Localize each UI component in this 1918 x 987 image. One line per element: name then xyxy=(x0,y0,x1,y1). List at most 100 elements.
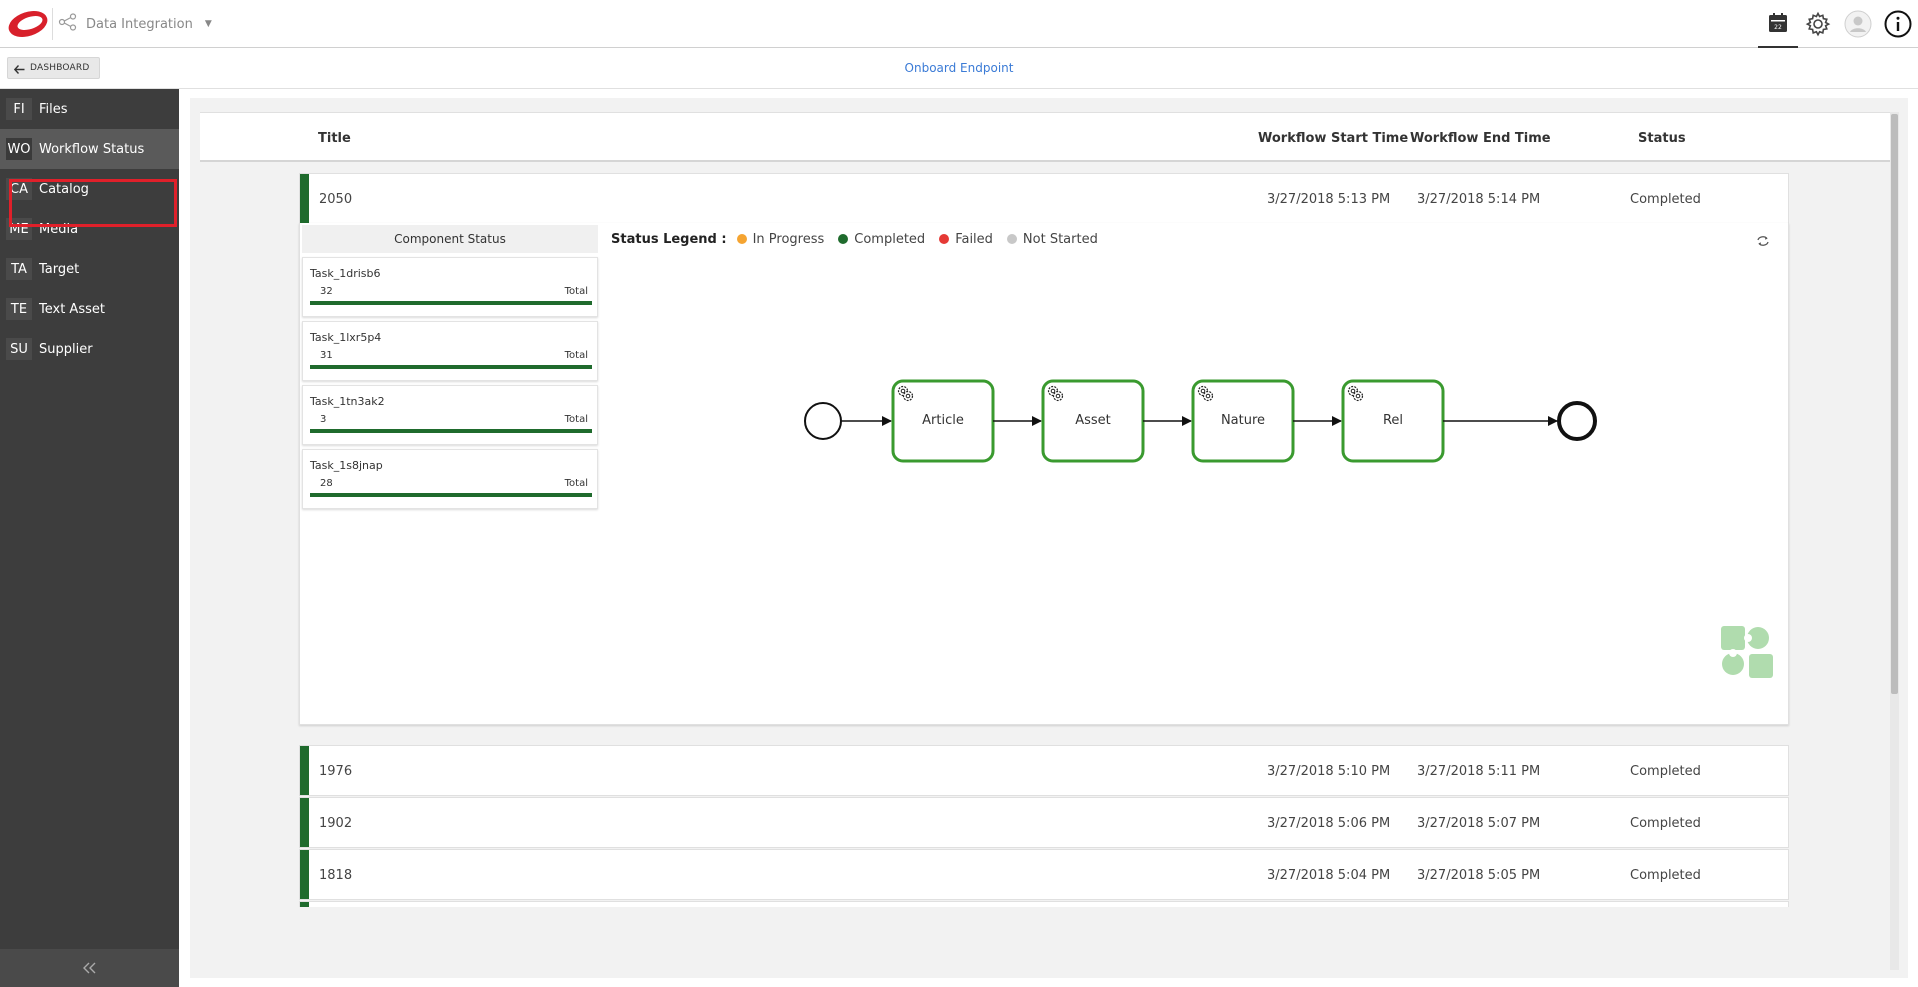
task-progress-bar xyxy=(310,365,592,369)
service-task-gear-icon xyxy=(1347,385,1364,402)
task-node-label: Nature xyxy=(1220,413,1266,428)
app-switcher[interactable]: Data Integration ▼ xyxy=(58,12,212,36)
task-card[interactable]: Task_1drisb6 32 Total xyxy=(302,257,598,317)
sidebar-item-target[interactable]: TA Target xyxy=(0,249,179,289)
row-start-time: 3/27/2018 5:04 PM xyxy=(1267,868,1391,883)
sidebar-item-abbr: SU xyxy=(6,338,32,360)
sidebar-item-label: Supplier xyxy=(39,341,93,357)
row-status: Completed xyxy=(1630,764,1701,779)
task-card[interactable]: Task_1lxr5p4 31 Total xyxy=(302,321,598,381)
legend-item-in-progress: In Progress xyxy=(736,231,825,247)
status-color-bar xyxy=(300,798,309,847)
task-name: Task_1s8jnap xyxy=(310,459,383,472)
table-row[interactable]: 1976 3/27/2018 5:10 PM 3/27/2018 5:11 PM… xyxy=(299,745,1789,796)
sidebar-item-abbr: ME xyxy=(6,218,32,240)
task-total-label: Total xyxy=(564,478,588,489)
task-count: 31 xyxy=(320,350,333,361)
refresh-icon[interactable] xyxy=(1756,232,1770,251)
table-row-expanded[interactable]: 2050 3/27/2018 5:13 PM 3/27/2018 5:14 PM… xyxy=(299,173,1789,224)
topbar-separator xyxy=(52,8,53,40)
legend-dot xyxy=(1006,234,1017,244)
legend-label: Not Started xyxy=(1022,231,1098,247)
task-count: 32 xyxy=(320,286,333,297)
task-total-label: Total xyxy=(564,414,588,425)
vertical-scrollbar[interactable] xyxy=(1890,112,1899,970)
row-end-time: 3/27/2018 5:11 PM xyxy=(1417,764,1541,779)
sidebar-item-abbr: CA xyxy=(6,178,32,200)
row-end-time: 3/27/2018 5:07 PM xyxy=(1417,816,1541,831)
end-event[interactable] xyxy=(1557,401,1597,441)
row-start-time: 3/27/2018 5:13 PM xyxy=(1267,192,1391,207)
service-task-gear-icon xyxy=(1197,385,1214,402)
gear-icon[interactable] xyxy=(1798,0,1838,48)
legend-dot xyxy=(939,234,950,244)
sidebar-item-supplier[interactable]: SU Supplier xyxy=(0,329,179,369)
calendar-icon[interactable]: 22 xyxy=(1758,0,1798,48)
sidebar-item-abbr: TA xyxy=(6,258,32,280)
table-row[interactable]: 1902 3/27/2018 5:06 PM 3/27/2018 5:07 PM… xyxy=(299,797,1789,848)
row-title: 1976 xyxy=(319,764,353,779)
legend-title: Status Legend : xyxy=(611,231,727,247)
row-start-time: 3/27/2018 5:10 PM xyxy=(1267,764,1391,779)
svg-text:22: 22 xyxy=(1774,24,1782,31)
legend-label: In Progress xyxy=(752,231,825,247)
legend-dot xyxy=(838,234,849,244)
legend-dot xyxy=(736,234,747,244)
double-chevron-left-icon xyxy=(82,959,97,978)
sidebar-item-label: Catalog xyxy=(39,181,89,197)
row-end-time: 3/27/2018 5:05 PM xyxy=(1417,868,1541,883)
task-name: Task_1tn3ak2 xyxy=(310,395,385,408)
status-color-bar xyxy=(300,850,309,899)
sidebar-item-files[interactable]: FI Files xyxy=(0,89,179,129)
task-count: 3 xyxy=(320,414,327,425)
user-avatar-icon[interactable] xyxy=(1838,0,1878,48)
sidebar-item-abbr: TE xyxy=(6,298,32,320)
column-header-start-time[interactable]: Workflow Start Time xyxy=(1258,131,1408,146)
component-status-column: Component Status Task_1drisb6 32 Total T… xyxy=(302,225,598,509)
component-status-title: Component Status xyxy=(302,225,598,253)
sidebar: FI Files WO Workflow Status CA Catalog M… xyxy=(0,89,179,987)
sidebar-item-label: Text Asset xyxy=(39,301,105,317)
status-color-bar xyxy=(300,902,309,907)
task-card[interactable]: Task_1tn3ak2 3 Total xyxy=(302,385,598,445)
task-node-label: Rel xyxy=(1382,413,1404,428)
start-event[interactable] xyxy=(804,402,842,440)
task-progress-bar xyxy=(310,429,592,433)
task-count: 28 xyxy=(320,478,333,489)
sidebar-item-label: Target xyxy=(39,261,80,277)
legend-item-failed: Failed xyxy=(939,232,993,247)
row-title: 1902 xyxy=(319,816,353,831)
sidebar-collapse-button[interactable] xyxy=(0,949,179,987)
sidebar-item-media[interactable]: ME Media xyxy=(0,209,179,249)
workflow-status-panel: Title Workflow Start Time Workflow End T… xyxy=(190,98,1908,978)
info-icon[interactable] xyxy=(1878,0,1918,48)
task-name: Task_1lxr5p4 xyxy=(310,331,382,344)
app-name: Data Integration xyxy=(86,16,193,32)
puzzle-logo-icon xyxy=(1721,626,1775,684)
column-header-end-time[interactable]: Workflow End Time xyxy=(1410,131,1551,146)
row-status: Completed xyxy=(1630,192,1701,207)
app-logo[interactable] xyxy=(6,8,50,40)
table-row-partial xyxy=(299,901,1789,907)
sidebar-item-catalog[interactable]: CA Catalog xyxy=(0,169,179,209)
service-task-gear-icon xyxy=(1047,385,1064,402)
sidebar-item-workflow-status[interactable]: WO Workflow Status xyxy=(0,129,179,169)
top-bar: Data Integration ▼ 22 xyxy=(0,0,1918,48)
row-status: Completed xyxy=(1630,816,1701,831)
sidebar-item-label: Files xyxy=(39,101,68,117)
scrollbar-thumb[interactable] xyxy=(1891,114,1898,694)
row-status: Completed xyxy=(1630,868,1701,883)
sidebar-item-abbr: FI xyxy=(6,98,32,120)
legend-item-not-started: Not Started xyxy=(1006,231,1098,247)
legend-item-completed: Completed xyxy=(838,232,925,247)
grid-header: Title Workflow Start Time Workflow End T… xyxy=(200,112,1892,162)
page-title-link[interactable]: Onboard Endpoint xyxy=(0,61,1918,75)
table-row[interactable]: 1818 3/27/2018 5:04 PM 3/27/2018 5:05 PM… xyxy=(299,849,1789,900)
task-progress-bar xyxy=(310,301,592,305)
column-header-status[interactable]: Status xyxy=(1638,131,1686,146)
status-legend: Status Legend : In Progress Completed Fa… xyxy=(611,231,1112,247)
sidebar-item-text-asset[interactable]: TE Text Asset xyxy=(0,289,179,329)
task-node-label: Asset xyxy=(1075,413,1111,428)
column-header-title[interactable]: Title xyxy=(318,131,351,146)
task-card[interactable]: Task_1s8jnap 28 Total xyxy=(302,449,598,509)
